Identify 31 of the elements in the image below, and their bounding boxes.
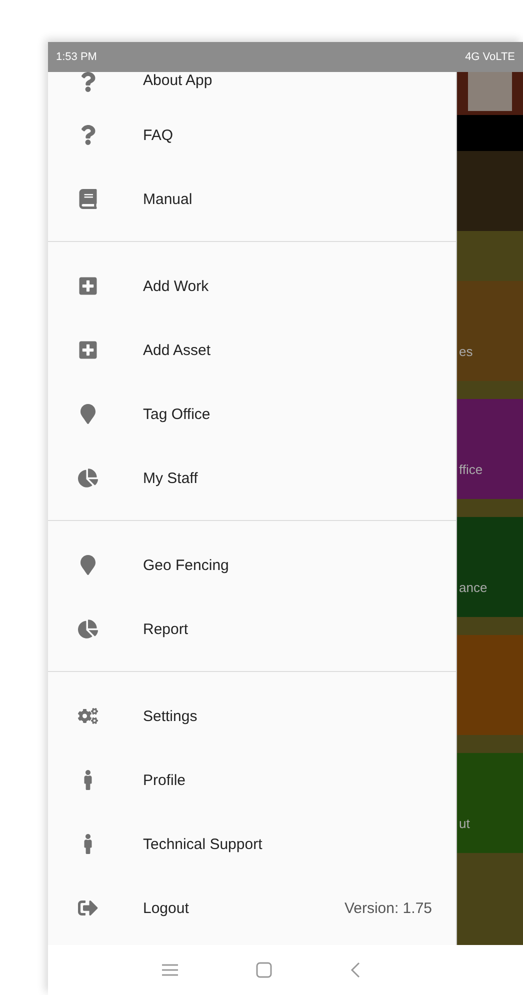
drawer-item[interactable]: Add Asset <box>48 318 456 382</box>
drawer-item[interactable]: Technical Support <box>48 812 456 876</box>
book-icon <box>76 189 100 209</box>
logout-icon <box>76 898 100 918</box>
network-status: 4G VoLTE <box>465 51 515 63</box>
menu-tile[interactable]: ance <box>457 517 523 617</box>
drawer-item[interactable]: Settings <box>48 684 456 748</box>
drawer-item[interactable]: Profile <box>48 748 456 812</box>
menu-tile[interactable]: ut <box>457 753 523 853</box>
drawer-item[interactable]: Add Work <box>48 254 456 318</box>
menu-icon[interactable] <box>162 964 178 976</box>
back-icon[interactable] <box>350 962 360 978</box>
drawer-item[interactable]: My Staff <box>48 446 456 510</box>
logo-placeholder <box>468 71 512 111</box>
drawer-item[interactable]: Manual <box>48 167 456 231</box>
menu-tile[interactable] <box>457 635 523 735</box>
pie-icon <box>76 468 100 488</box>
home-icon[interactable] <box>256 962 272 978</box>
menu-tile[interactable]: ffice <box>457 399 523 499</box>
menu-tile[interactable]: es <box>457 281 523 381</box>
drawer-item[interactable]: About App <box>48 72 456 103</box>
drawer-item[interactable]: Geo Fencing <box>48 533 456 597</box>
gears-icon <box>76 706 100 726</box>
header-banner <box>457 115 523 151</box>
drawer-item[interactable]: FAQ <box>48 103 456 167</box>
status-time: 1:53 PM <box>56 51 97 63</box>
drawer-item[interactable]: Logout Version: 1.75 <box>48 876 456 940</box>
drawer-item[interactable]: Tag Office <box>48 382 456 446</box>
drawer-item[interactable]: Report <box>48 597 456 661</box>
version-text: Version: 1.75 <box>344 900 432 916</box>
pie-icon <box>76 619 100 639</box>
